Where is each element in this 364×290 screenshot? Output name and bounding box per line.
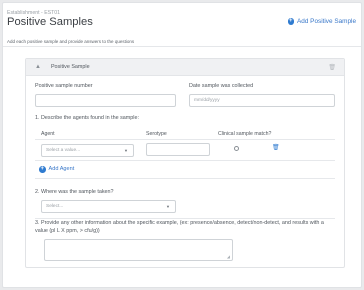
page-title: Positive Samples: [7, 16, 93, 28]
resize-grip-icon[interactable]: ◢: [227, 254, 230, 259]
add-agent-button[interactable]: + Add Agent: [39, 166, 74, 173]
page-container: Establishment - EST01 Positive Samples +…: [2, 2, 362, 288]
plus-circle-icon: +: [39, 166, 46, 173]
serotype-input[interactable]: [146, 143, 210, 156]
add-positive-sample-button[interactable]: + Add Positive Sample: [287, 18, 356, 25]
agent-select-placeholder: Select a value...: [46, 148, 81, 153]
panel-header[interactable]: ▲ Positive Sample 🗑: [26, 59, 344, 76]
sample-number-label: Positive sample number: [35, 83, 93, 89]
table-header-divider: [35, 139, 335, 140]
agent-select[interactable]: Select a value... ▼: [41, 144, 134, 157]
sample-number-input[interactable]: [35, 94, 176, 107]
date-collected-label: Date sample was collected: [189, 83, 254, 89]
date-collected-input[interactable]: mm/dd/yyyy: [189, 94, 335, 107]
column-clinical-match: Clinical sample match?: [218, 131, 272, 137]
table-row-divider: [35, 160, 335, 161]
chevron-down-icon: ▼: [166, 204, 170, 209]
trash-icon[interactable]: 🗑: [328, 64, 336, 71]
plus-circle-icon: +: [287, 18, 295, 25]
trash-icon[interactable]: 🗑: [272, 144, 280, 151]
positive-sample-panel: ▲ Positive Sample 🗑 Positive sample numb…: [25, 58, 345, 268]
section-divider: [35, 178, 335, 179]
instructions-text: Add each positive sample and provide ans…: [7, 39, 135, 44]
additional-info-textarea[interactable]: ◢: [44, 239, 233, 261]
column-serotype: Serotype: [146, 131, 167, 137]
q1-label: 1. Describe the agents found in the samp…: [35, 115, 139, 121]
add-positive-sample-label: Add Positive Sample: [297, 18, 356, 25]
clinical-match-checkbox[interactable]: [234, 146, 239, 151]
caret-up-icon[interactable]: ▲: [35, 64, 41, 70]
q3-label: 3. Provide any other information about t…: [35, 220, 324, 234]
header-divider: [3, 46, 361, 47]
location-select[interactable]: Select... ▼: [41, 200, 176, 213]
q2-label: 2. Where was the sample taken?: [35, 189, 114, 195]
location-select-placeholder: Select...: [46, 204, 64, 209]
add-agent-label: Add Agent: [48, 166, 75, 173]
chevron-down-icon: ▼: [124, 148, 128, 153]
panel-title: Positive Sample: [50, 64, 90, 70]
column-agent: Agent: [41, 131, 55, 137]
